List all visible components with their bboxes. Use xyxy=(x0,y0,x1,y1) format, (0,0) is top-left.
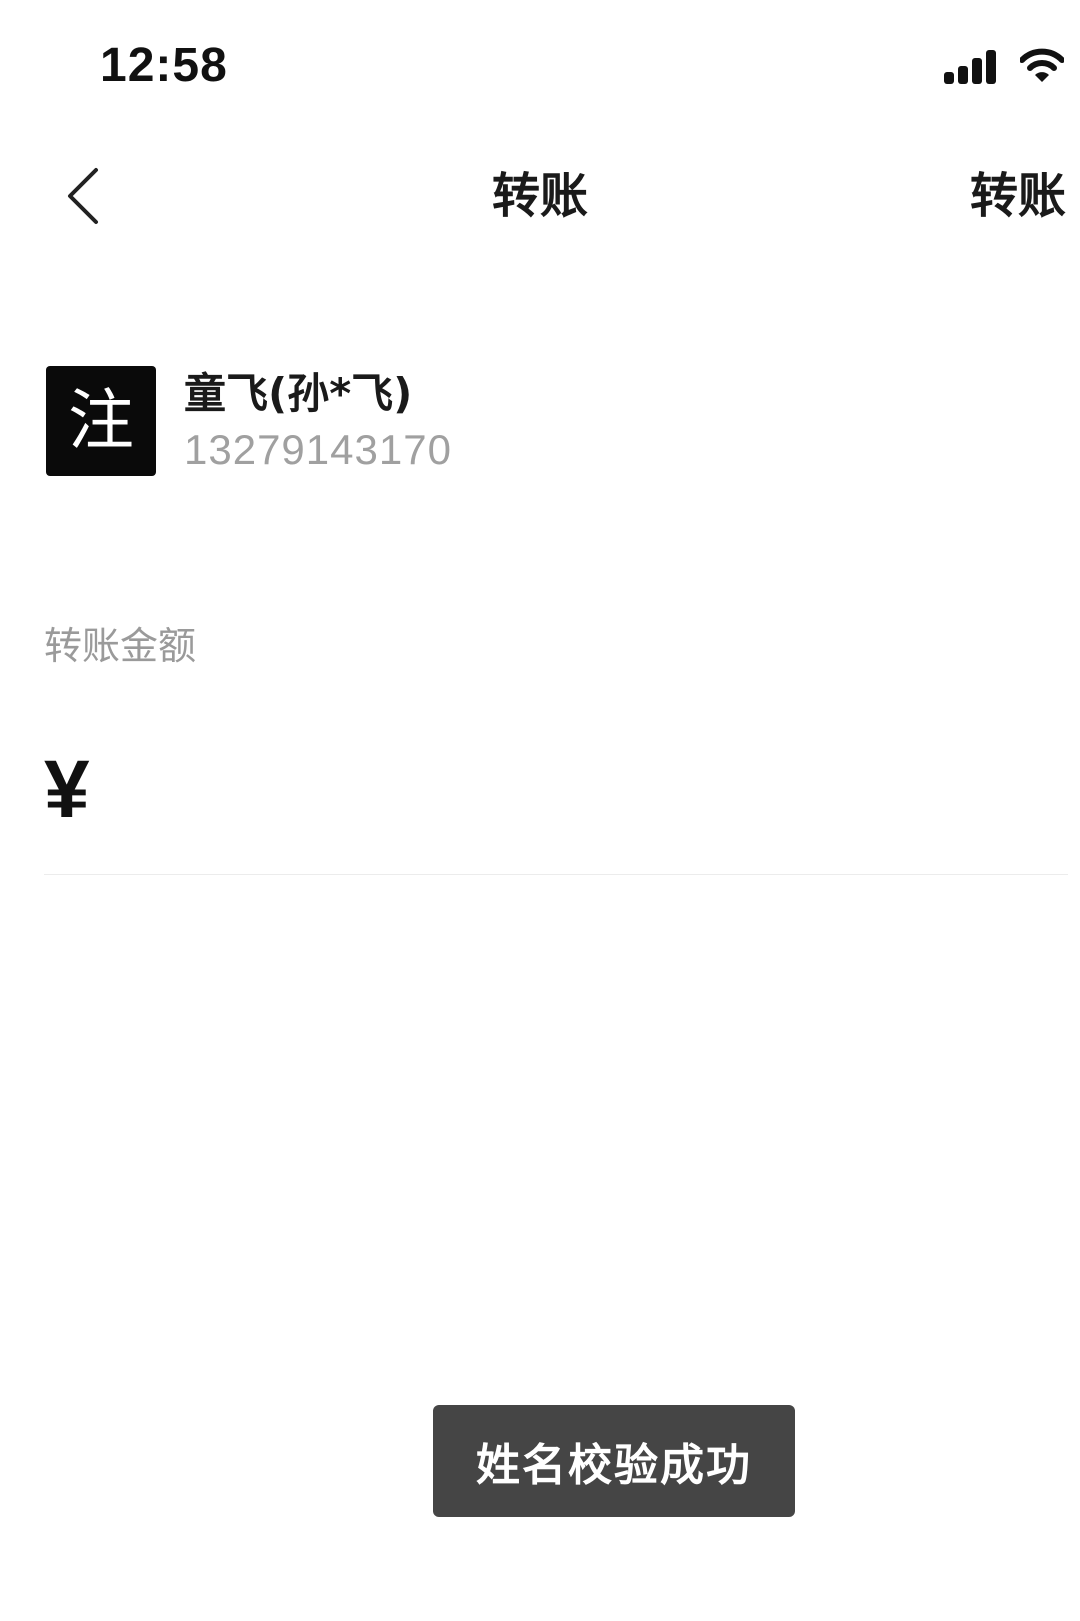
amount-divider xyxy=(44,874,1068,875)
currency-symbol: ¥ xyxy=(44,744,90,835)
amount-input[interactable] xyxy=(89,739,1080,841)
recipient-name: 童飞(孙*飞) xyxy=(184,369,413,418)
wifi-icon xyxy=(1020,48,1064,82)
recipient-phone: 13279143170 xyxy=(184,426,452,473)
amount-label: 转账金额 xyxy=(44,624,197,668)
signal-icon xyxy=(944,50,996,84)
amount-row: ¥ xyxy=(44,739,1080,841)
chevron-left-icon xyxy=(68,168,98,224)
toast-text: 姓名校验成功 xyxy=(476,1440,752,1491)
avatar-char: 注 xyxy=(68,382,134,459)
avatar: 注 xyxy=(46,366,156,476)
status-time: 12:58 xyxy=(100,39,228,92)
page-title: 转账 xyxy=(491,168,588,224)
toast: 姓名校验成功 xyxy=(433,1405,795,1517)
back-button[interactable] xyxy=(52,160,112,232)
transfer-action-button[interactable]: 转账 xyxy=(970,160,1066,232)
